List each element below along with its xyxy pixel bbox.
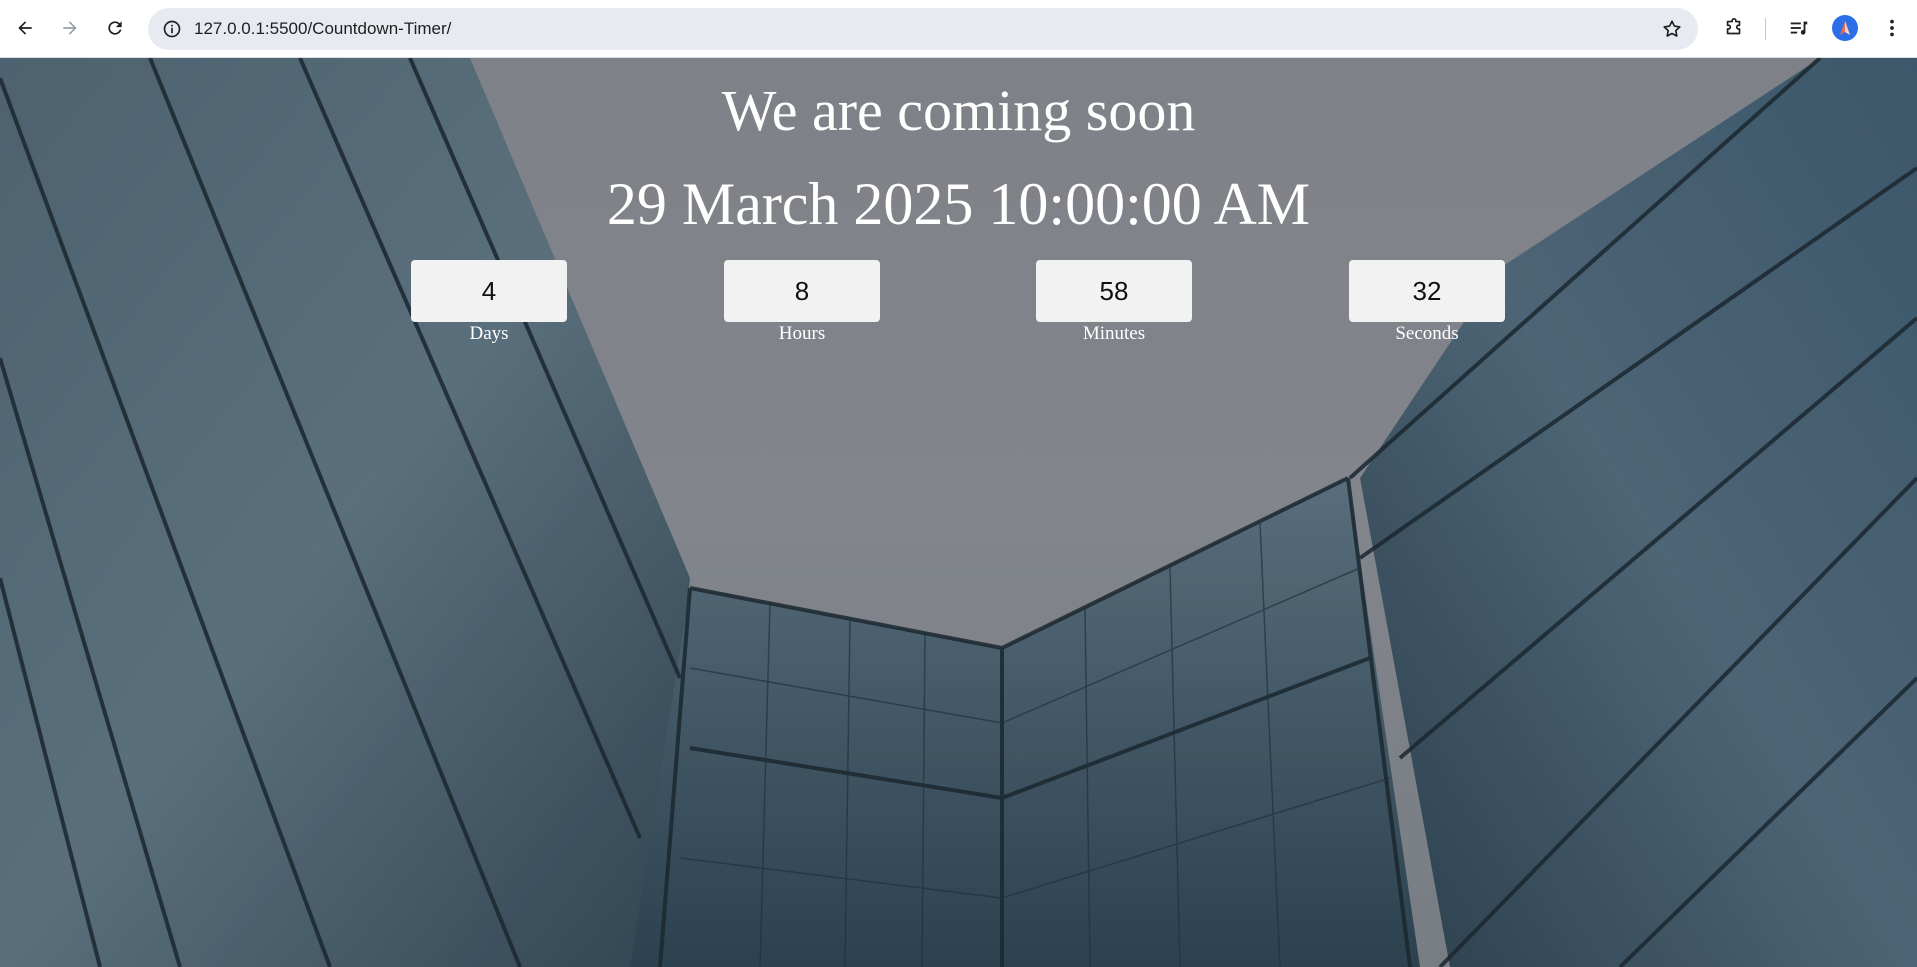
kebab-menu-icon bbox=[1890, 19, 1894, 37]
puzzle-icon bbox=[1726, 18, 1741, 35]
back-arrow-icon bbox=[18, 21, 32, 35]
media-controls-icon bbox=[1790, 21, 1808, 35]
site-info-button[interactable] bbox=[156, 13, 188, 45]
minutes-label: Minutes bbox=[1082, 323, 1146, 344]
reload-icon bbox=[108, 21, 122, 35]
page-headline: We are coming soon bbox=[721, 78, 1196, 143]
countdown-hours: 8 Hours bbox=[724, 260, 880, 345]
forward-button[interactable] bbox=[54, 12, 86, 44]
reload-button[interactable] bbox=[99, 12, 131, 44]
minutes-value: 58 bbox=[1036, 260, 1192, 322]
seconds-label: Seconds bbox=[1395, 323, 1459, 344]
countdown-page: We are coming soon 29 March 2025 10:00:0… bbox=[0, 58, 1917, 967]
target-date: 29 March 2025 10:00:00 AM bbox=[606, 171, 1311, 237]
days-value: 4 bbox=[411, 260, 567, 322]
site-info-icon bbox=[163, 20, 181, 38]
address-bar[interactable]: 127.0.0.1:5500/Countdown-Timer/ bbox=[148, 8, 1698, 50]
media-controls-button[interactable] bbox=[1783, 12, 1815, 44]
toolbar-divider bbox=[1765, 18, 1766, 40]
browser-menu-button[interactable] bbox=[1876, 12, 1908, 44]
seconds-value: 32 bbox=[1349, 260, 1505, 322]
hours-label: Hours bbox=[778, 323, 826, 344]
countdown-seconds: 32 Seconds bbox=[1349, 260, 1505, 345]
star-icon bbox=[1663, 20, 1681, 37]
profile-avatar-icon bbox=[1840, 21, 1850, 35]
url-text[interactable]: 127.0.0.1:5500/Countdown-Timer/ bbox=[194, 8, 451, 50]
back-button[interactable] bbox=[9, 12, 41, 44]
countdown-minutes: 58 Minutes bbox=[1036, 260, 1192, 345]
forward-arrow-icon bbox=[63, 21, 77, 35]
days-label: Days bbox=[469, 323, 509, 344]
browser-toolbar: 127.0.0.1:5500/Countdown-Timer/ bbox=[0, 0, 1917, 58]
hours-value: 8 bbox=[724, 260, 880, 322]
extensions-button[interactable] bbox=[1718, 12, 1750, 44]
profile-avatar[interactable] bbox=[1832, 15, 1858, 41]
bookmark-button[interactable] bbox=[1656, 13, 1688, 45]
countdown-days: 4 Days bbox=[411, 260, 567, 345]
